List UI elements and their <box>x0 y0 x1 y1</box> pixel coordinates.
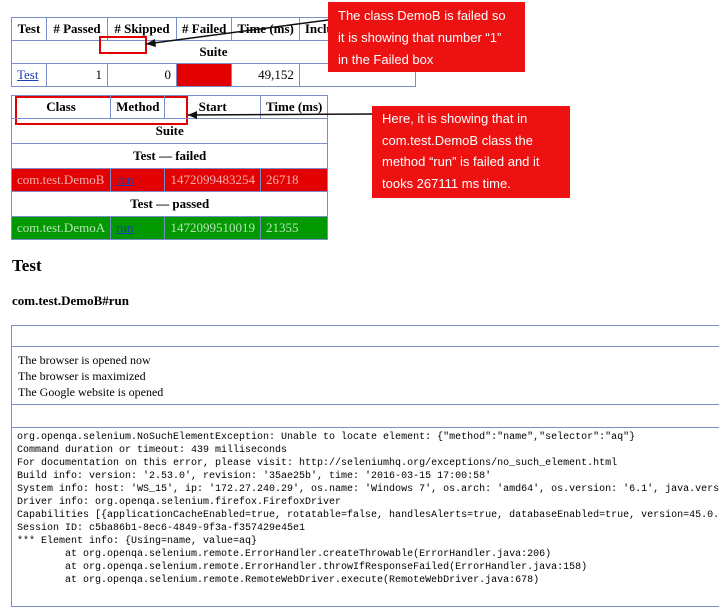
arrow-top <box>145 19 329 45</box>
stacktrace-line-8: Session ID: c5ba86b1-8ec6-4849-9f3a-f357… <box>17 523 306 534</box>
arrow-middle-head <box>188 111 197 119</box>
log-line-2: The browser is maximized <box>18 369 146 383</box>
stacktrace-line-3: For documentation on this error, please … <box>17 458 618 469</box>
stacktrace-line-11: at org.openqa.selenium.remote.ErrorHandl… <box>17 562 588 573</box>
test-heading: Test <box>12 256 42 275</box>
stacktrace-line-9: *** Element info: {Using=name, value=aq} <box>17 536 258 547</box>
method-heading: com.test.DemoB#run <box>12 293 129 308</box>
arrow-top-head <box>146 39 156 47</box>
stacktrace-line-10: at org.openqa.selenium.remote.ErrorHandl… <box>17 549 552 560</box>
spacer-panel <box>11 404 719 428</box>
callout-middle-line-3: method “run” is failed and it <box>382 154 540 169</box>
stacktrace-line-6: Driver info: org.openqa.selenium.firefox… <box>17 497 342 508</box>
arrow-middle <box>187 113 373 116</box>
log-line-1: The browser is opened now <box>18 353 151 367</box>
reporter-output-panel: The browser is opened now The browser is… <box>11 346 719 405</box>
callout-method-box: Here, it is showing that in com.test.Dem… <box>372 106 570 198</box>
callout-middle-line-4: tooks 267111 ms time. <box>382 175 511 191</box>
stacktrace-line-12: at org.openqa.selenium.remote.RemoteWebD… <box>17 575 540 586</box>
callout-middle-line-1: Here, it is showing that in <box>382 111 528 126</box>
stacktrace-line-1: org.openqa.selenium.NoSuchElementExcepti… <box>17 432 636 443</box>
stacktrace-line-2: Command duration or timeout: 439 millise… <box>17 445 288 456</box>
stacktrace-line-5: System info: host: 'WS_15', ip: '172.27.… <box>17 484 719 495</box>
header-bar-panel <box>11 325 719 347</box>
stacktrace-line-4: Build info: version: '2.53.0', revision:… <box>17 471 492 482</box>
callout-middle-line-2: com.test.DemoB class the <box>382 132 533 148</box>
stacktrace-line-7: Capabilities [{applicationCacheEnabled=t… <box>17 510 719 521</box>
log-line-3: The Google website is opened <box>18 385 164 399</box>
stacktrace-panel: org.openqa.selenium.NoSuchElementExcepti… <box>11 427 719 607</box>
